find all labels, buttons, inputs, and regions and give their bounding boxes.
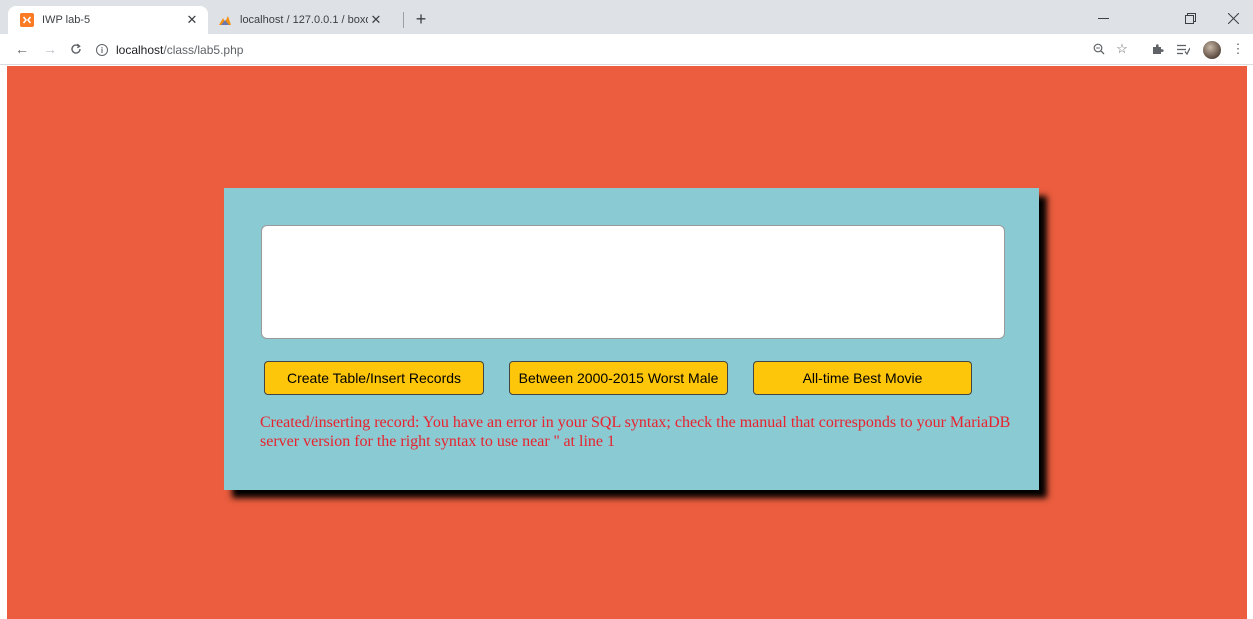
content-card: Create Table/Insert Records Between 2000… bbox=[224, 188, 1039, 490]
best-movie-button[interactable]: All-time Best Movie bbox=[753, 361, 972, 395]
url-path: /class/lab5.php bbox=[163, 43, 244, 57]
menu-dots-icon[interactable]: ⋮ bbox=[1229, 40, 1247, 58]
tab-title: localhost / 127.0.0.1 / boxoffice | bbox=[240, 14, 368, 26]
xampp-icon bbox=[20, 13, 34, 27]
new-tab-icon[interactable]: + bbox=[410, 8, 432, 30]
url-host: localhost bbox=[116, 43, 164, 57]
bookmark-star-icon[interactable]: ☆ bbox=[1113, 40, 1131, 58]
worst-male-button[interactable]: Between 2000-2015 Worst Male bbox=[509, 361, 728, 395]
extensions-puzzle-icon[interactable] bbox=[1149, 40, 1167, 58]
reload-icon[interactable] bbox=[66, 39, 86, 59]
close-icon[interactable]: ✕ bbox=[368, 12, 384, 28]
browser-toolbar: ← → i localhost/class/lab5.php ☆ ⋮ bbox=[0, 34, 1253, 65]
zoom-icon[interactable] bbox=[1090, 40, 1108, 58]
tab-phpmyadmin[interactable]: localhost / 127.0.0.1 / boxoffice | ✕ bbox=[212, 6, 392, 34]
back-arrow-icon[interactable]: ← bbox=[12, 39, 32, 59]
profile-avatar[interactable] bbox=[1203, 41, 1221, 59]
window-close-icon[interactable] bbox=[1213, 6, 1253, 30]
tab-separator bbox=[403, 12, 404, 28]
minimize-icon[interactable] bbox=[1083, 6, 1123, 30]
output-textarea[interactable] bbox=[261, 225, 1005, 339]
address-bar[interactable]: i localhost/class/lab5.php bbox=[96, 41, 243, 59]
error-message: Created/inserting record: You have an er… bbox=[260, 414, 1011, 450]
forward-arrow-icon[interactable]: → bbox=[40, 39, 60, 59]
restore-icon[interactable] bbox=[1170, 6, 1210, 30]
create-table-button[interactable]: Create Table/Insert Records bbox=[264, 361, 484, 395]
close-icon[interactable]: ✕ bbox=[184, 12, 200, 28]
tab-iwp-lab-5[interactable]: IWP lab-5 ✕ bbox=[8, 6, 208, 34]
phpmyadmin-icon bbox=[219, 16, 231, 25]
tab-title: IWP lab-5 bbox=[42, 14, 91, 26]
site-info-icon[interactable]: i bbox=[96, 44, 108, 56]
reading-list-icon[interactable] bbox=[1174, 40, 1192, 58]
tab-strip: IWP lab-5 ✕ localhost / 127.0.0.1 / boxo… bbox=[0, 0, 1253, 34]
page-background: Create Table/Insert Records Between 2000… bbox=[7, 66, 1247, 619]
